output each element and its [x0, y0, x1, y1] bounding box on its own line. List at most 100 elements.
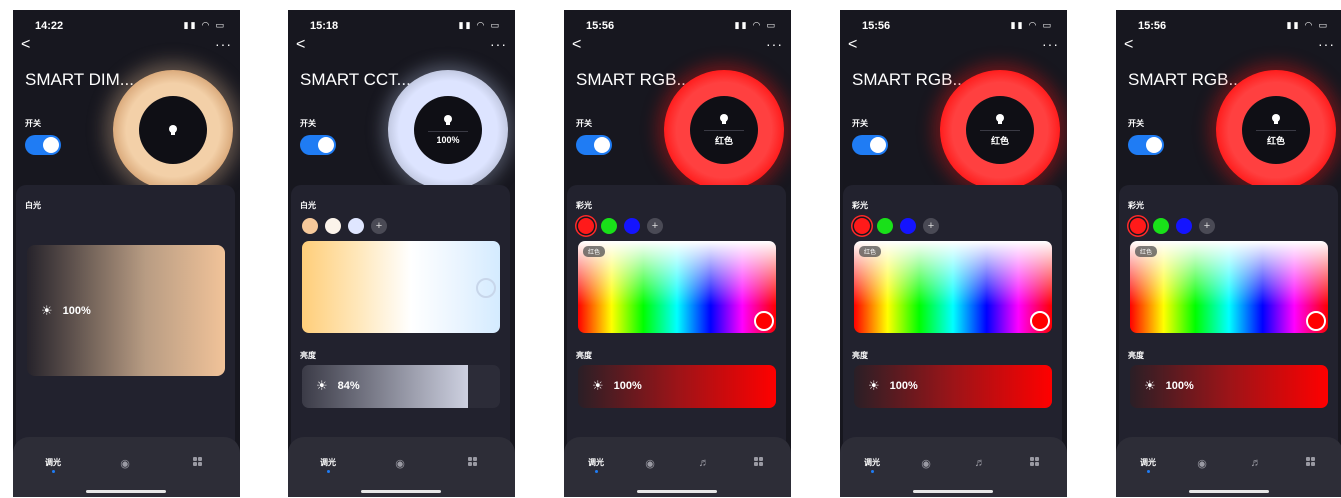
- preset-blue[interactable]: [1176, 218, 1192, 234]
- palette-icon[interactable]: ◉: [1192, 457, 1212, 470]
- preset-red[interactable]: [854, 218, 870, 234]
- light-ring[interactable]: 红色: [940, 70, 1060, 190]
- more-button[interactable]: ···: [215, 36, 232, 52]
- light-ring[interactable]: 100%: [388, 70, 508, 190]
- status-icons: ▮▮ ◠ ▭: [734, 20, 777, 30]
- dim-slider[interactable]: ☀ 100%: [27, 245, 225, 376]
- switch-label: 开关: [576, 119, 592, 128]
- palette-icon[interactable]: ◉: [640, 457, 660, 470]
- brightness-slider-label: ☀ 100%: [592, 378, 642, 394]
- tab-dimming-label: 调光: [320, 458, 336, 467]
- grid-icon[interactable]: [1300, 457, 1320, 469]
- sun-icon: ☀: [868, 378, 880, 393]
- back-button[interactable]: <: [848, 36, 857, 54]
- color-picker[interactable]: 红色: [854, 241, 1052, 333]
- switch-label: 开关: [25, 119, 41, 128]
- tab-dimming[interactable]: 调光: [43, 457, 63, 473]
- bulb-icon: [444, 115, 452, 125]
- tab-dimming[interactable]: 调光: [1138, 457, 1158, 473]
- tab-bar: 调光 ◉ ♬: [840, 437, 1067, 497]
- back-button[interactable]: <: [572, 36, 581, 54]
- power-toggle[interactable]: [300, 135, 336, 155]
- section-label: 彩光: [1128, 201, 1144, 210]
- music-icon[interactable]: ♬: [1246, 457, 1266, 469]
- grid-icon[interactable]: [748, 457, 768, 469]
- more-button[interactable]: ···: [490, 36, 507, 52]
- palette-icon[interactable]: ◉: [916, 457, 936, 470]
- ring-center: [139, 96, 207, 164]
- bulb-icon: [1272, 113, 1280, 124]
- music-icon[interactable]: ♬: [970, 457, 990, 469]
- preset-red[interactable]: [578, 218, 594, 234]
- status-bar: 15:18 ▮▮ ◠ ▭: [310, 20, 501, 36]
- preset-green[interactable]: [877, 218, 893, 234]
- active-dot: [51, 470, 55, 473]
- preset-red[interactable]: [1130, 218, 1146, 234]
- sun-icon: ☀: [41, 303, 53, 318]
- brightness-slider[interactable]: ☀ 100%: [854, 365, 1052, 408]
- ring-center: 红色: [966, 96, 1034, 164]
- back-button[interactable]: <: [1124, 36, 1133, 54]
- tab-dimming[interactable]: 调光: [586, 457, 606, 473]
- color-picker-handle[interactable]: [1306, 311, 1326, 331]
- toggle-knob: [594, 137, 610, 153]
- preset-blue[interactable]: [624, 218, 640, 234]
- power-toggle[interactable]: [1128, 135, 1164, 155]
- light-ring[interactable]: 红色: [664, 70, 784, 190]
- add-preset-button[interactable]: +: [1199, 218, 1215, 234]
- back-button[interactable]: <: [296, 36, 305, 54]
- preset-blue[interactable]: [900, 218, 916, 234]
- grid-icon[interactable]: [1024, 457, 1044, 469]
- status-bar: 14:22 ▮▮ ◠ ▭: [35, 20, 226, 36]
- phone-screen-rgb-2: 15:56 ▮▮ ◠ ▭ < ··· SMART RGB... 红色 开关 彩光…: [840, 10, 1067, 497]
- palette-icon[interactable]: ◉: [115, 457, 135, 470]
- add-preset-button[interactable]: +: [923, 218, 939, 234]
- brightness-slider[interactable]: ☀ 84%: [302, 365, 500, 408]
- color-picker-handle[interactable]: [1030, 311, 1050, 331]
- brightness-slider-label: ☀ 84%: [316, 378, 360, 394]
- add-preset-button[interactable]: +: [647, 218, 663, 234]
- brightness-slider[interactable]: ☀ 100%: [1130, 365, 1328, 408]
- tab-bar: 调光 ◉ ♬: [1116, 437, 1341, 497]
- palette-icon[interactable]: ◉: [390, 457, 410, 470]
- power-toggle[interactable]: [25, 135, 61, 155]
- section-label: 彩光: [852, 201, 868, 210]
- back-button[interactable]: <: [21, 36, 30, 54]
- add-preset-button[interactable]: +: [371, 218, 387, 234]
- preset-cool[interactable]: [348, 218, 364, 234]
- brightness-label: 亮度: [300, 351, 316, 360]
- power-toggle[interactable]: [576, 135, 612, 155]
- ring-divider: [1256, 129, 1296, 131]
- color-picker-handle[interactable]: [754, 311, 774, 331]
- ring-divider: [428, 131, 468, 132]
- ring-value: 红色: [990, 135, 1009, 146]
- toggle-knob: [1146, 137, 1162, 153]
- more-button[interactable]: ···: [1318, 36, 1335, 52]
- brightness-slider[interactable]: ☀ 100%: [578, 365, 776, 408]
- active-dot: [326, 470, 330, 473]
- cct-picker[interactable]: [302, 241, 500, 333]
- light-ring[interactable]: 红色: [1216, 70, 1336, 190]
- ring-divider: [980, 129, 1020, 131]
- light-ring[interactable]: [113, 70, 233, 190]
- sun-icon: ☀: [592, 378, 604, 393]
- color-picker[interactable]: 红色: [1130, 241, 1328, 333]
- music-icon[interactable]: ♬: [694, 457, 714, 469]
- tab-bar: 调光 ◉: [13, 437, 240, 497]
- tab-dimming[interactable]: 调光: [318, 457, 338, 473]
- preset-neutral[interactable]: [325, 218, 341, 234]
- grid-icon[interactable]: [462, 457, 482, 469]
- cct-picker-handle[interactable]: [476, 278, 496, 298]
- tab-dimming[interactable]: 调光: [862, 457, 882, 473]
- preset-warm[interactable]: [302, 218, 318, 234]
- brightness-value: 100%: [613, 380, 642, 392]
- toggle-knob: [870, 137, 886, 153]
- preset-green[interactable]: [601, 218, 617, 234]
- preset-green[interactable]: [1153, 218, 1169, 234]
- grid-icon[interactable]: [187, 457, 207, 469]
- more-button[interactable]: ···: [766, 36, 783, 52]
- color-picker[interactable]: 红色: [578, 241, 776, 333]
- more-button[interactable]: ···: [1042, 36, 1059, 52]
- power-toggle[interactable]: [852, 135, 888, 155]
- status-icons: ▮▮ ◠ ▭: [1286, 20, 1329, 30]
